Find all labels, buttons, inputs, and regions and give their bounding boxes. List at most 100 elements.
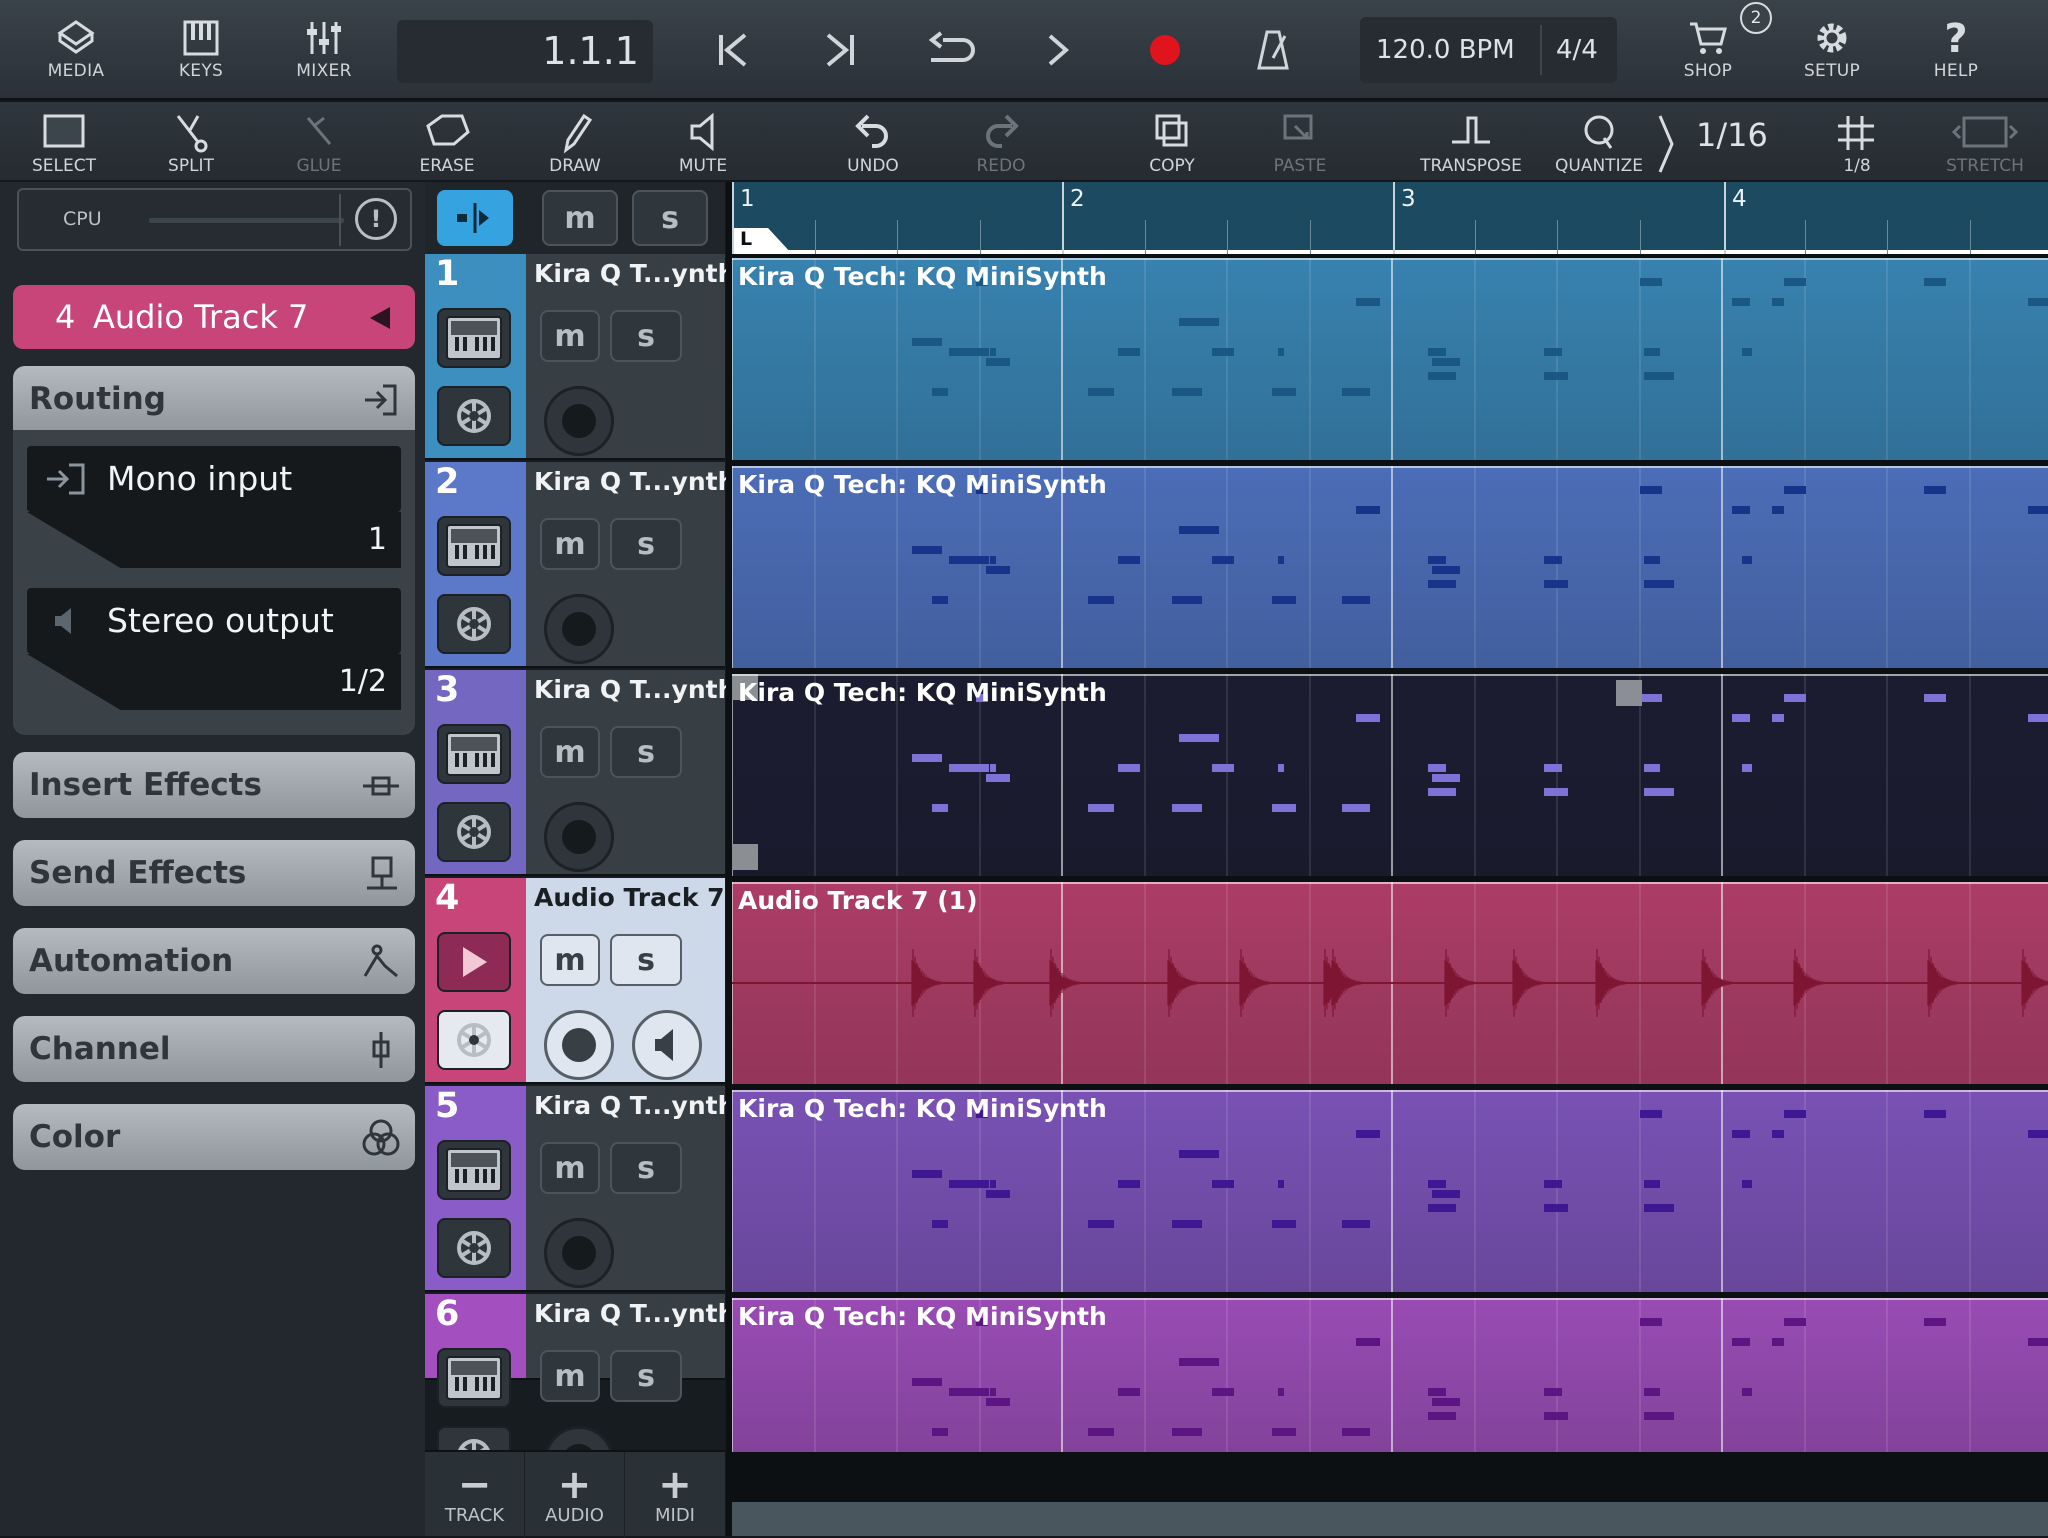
mute-button[interactable]: m — [540, 518, 600, 570]
stretch-button[interactable]: STRETCH — [1930, 102, 2040, 180]
remove-track-button[interactable]: − TRACK — [425, 1452, 525, 1538]
solo-button[interactable]: s — [610, 1142, 682, 1194]
track-name[interactable]: Kira Q T...ynth — [534, 675, 735, 704]
track-lane[interactable]: Audio Track 7 (1) — [732, 882, 2048, 1084]
cpu-meter[interactable]: CPU ! — [17, 188, 412, 251]
tempo-display[interactable]: 120.0 BPM 4/4 — [1360, 17, 1617, 83]
time-signature[interactable]: 4/4 — [1556, 17, 1598, 83]
track-lane[interactable]: Kira Q Tech: KQ MiniSynth — [732, 674, 2048, 876]
erase-tool[interactable]: ERASE — [392, 102, 502, 180]
channel-section[interactable]: Channel — [13, 1016, 415, 1082]
keys-icon — [183, 20, 219, 56]
track-row[interactable]: 4 Audio Track 7 ms — [425, 878, 725, 1084]
loop-button[interactable] — [920, 24, 980, 76]
mute-button[interactable]: m — [540, 726, 600, 778]
left-locator[interactable]: L — [732, 228, 792, 254]
insert-effects-section[interactable]: Insert Effects — [13, 752, 415, 818]
record-arm-button[interactable] — [544, 802, 614, 872]
solo-button[interactable]: s — [610, 310, 682, 362]
track-row[interactable]: 5 Kira Q T...ynth m s — [425, 1086, 735, 1292]
quantize-value[interactable]: 1/16 — [1696, 116, 1768, 154]
transpose-icon — [1452, 116, 1490, 144]
track-name[interactable]: Audio Track 7 — [534, 883, 725, 912]
global-mute-button[interactable]: m — [542, 190, 618, 246]
horizontal-scroll-area[interactable] — [732, 1502, 2048, 1536]
select-tool[interactable]: SELECT — [9, 102, 119, 180]
track-row[interactable]: 1 Kira Q T...ynth m s — [425, 254, 735, 460]
mixer-button[interactable]: MIXER — [288, 0, 360, 100]
add-midi-track-button[interactable]: + MIDI — [625, 1452, 725, 1538]
go-to-end-button[interactable] — [812, 24, 868, 76]
undo-button[interactable]: UNDO — [818, 102, 928, 180]
track-name[interactable]: Kira Q T...ynth — [534, 1091, 735, 1120]
media-button[interactable]: MEDIA — [40, 0, 112, 100]
track-row[interactable]: 3 Kira Q T...ynth m s — [425, 670, 735, 876]
arrange-view[interactable]: L 1 2 3 4 Kira Q Tech: KQ MiniSynth Kira Q T… — [726, 182, 2048, 1536]
instrument-button[interactable] — [437, 516, 511, 576]
help-button[interactable]: ? HELP — [1916, 0, 1996, 100]
send-effects-section[interactable]: Send Effects — [13, 840, 415, 906]
mute-tool[interactable]: MUTE — [648, 102, 758, 180]
color-section[interactable]: Color — [13, 1104, 415, 1170]
play-button[interactable] — [1030, 24, 1086, 76]
mute-button[interactable]: m — [540, 310, 600, 362]
solo-button[interactable]: s — [610, 934, 682, 986]
track-lane[interactable]: Kira Q Tech: KQ MiniSynth — [732, 466, 2048, 668]
record-arm-button[interactable] — [544, 386, 614, 456]
selected-track-header[interactable]: 4 Audio Track 7 — [13, 285, 415, 349]
position-display[interactable]: 1.1.1 — [397, 20, 653, 83]
record-arm-button[interactable] — [544, 1218, 614, 1288]
record-arm-button[interactable] — [544, 1010, 614, 1080]
track-row[interactable]: 2 Kira Q T...ynth m s — [425, 462, 735, 668]
glue-tool[interactable]: GLUE — [264, 102, 374, 180]
grid-button[interactable]: 1/8 — [1802, 102, 1912, 180]
go-to-start-button[interactable] — [705, 24, 761, 76]
output-selector[interactable]: Stereo output 1/2 — [27, 588, 401, 718]
shop-button[interactable]: SHOP — [1668, 0, 1748, 100]
track-fx-button[interactable] — [437, 802, 511, 862]
audio-track-button[interactable] — [437, 932, 511, 992]
keys-button[interactable]: KEYS — [165, 0, 237, 100]
solo-button[interactable]: s — [610, 518, 682, 570]
solo-button[interactable]: s — [610, 1350, 682, 1402]
metronome-button[interactable] — [1245, 24, 1301, 76]
track-name[interactable]: Kira Q T...ynth — [534, 467, 735, 496]
split-tool[interactable]: SPLIT — [136, 102, 246, 180]
track-row[interactable]: 6 Kira Q T...ynth m s — [425, 1294, 735, 1496]
quantize-button[interactable]: QUANTIZE — [1544, 102, 1654, 180]
routing-section[interactable]: Routing — [13, 366, 415, 432]
solo-button[interactable]: s — [610, 726, 682, 778]
add-audio-track-button[interactable]: + AUDIO — [525, 1452, 625, 1538]
mute-button[interactable]: m — [540, 934, 600, 986]
track-fx-button[interactable] — [437, 386, 511, 446]
track-name[interactable]: Kira Q T...ynth — [534, 1299, 735, 1328]
track-fx-button[interactable] — [437, 1218, 511, 1278]
track-lane[interactable]: Kira Q Tech: KQ MiniSynth — [732, 258, 2048, 460]
track-lane[interactable]: Kira Q Tech: KQ MiniSynth — [732, 1298, 2048, 1452]
input-selector[interactable]: Mono input 1 — [27, 446, 401, 576]
track-fx-button[interactable] — [437, 594, 511, 654]
instrument-button[interactable] — [437, 1140, 511, 1200]
paste-button[interactable]: PASTE — [1245, 102, 1355, 180]
monitor-button[interactable] — [632, 1010, 702, 1080]
copy-button[interactable]: COPY — [1117, 102, 1227, 180]
track-fx-button[interactable] — [437, 1010, 511, 1070]
global-solo-button[interactable]: s — [632, 190, 708, 246]
auto-scroll-button[interactable] — [437, 190, 513, 246]
instrument-button[interactable] — [437, 724, 511, 784]
redo-button[interactable]: REDO — [946, 102, 1056, 180]
transpose-button[interactable]: TRANSPOSE — [1416, 102, 1526, 180]
mute-button[interactable]: m — [540, 1350, 600, 1402]
setup-button[interactable]: SETUP — [1792, 0, 1872, 100]
mute-button[interactable]: m — [540, 1142, 600, 1194]
draw-tool[interactable]: DRAW — [520, 102, 630, 180]
timeline-ruler[interactable]: L 1 2 3 4 — [732, 182, 2048, 254]
instrument-button[interactable] — [437, 1348, 511, 1408]
track-lane[interactable]: Kira Q Tech: KQ MiniSynth — [732, 1090, 2048, 1292]
record-button[interactable] — [1137, 24, 1193, 76]
instrument-button[interactable] — [437, 308, 511, 368]
selected-track-name: Audio Track 7 — [93, 298, 309, 336]
record-arm-button[interactable] — [544, 594, 614, 664]
track-name[interactable]: Kira Q T...ynth — [534, 259, 735, 288]
automation-section[interactable]: Automation — [13, 928, 415, 994]
